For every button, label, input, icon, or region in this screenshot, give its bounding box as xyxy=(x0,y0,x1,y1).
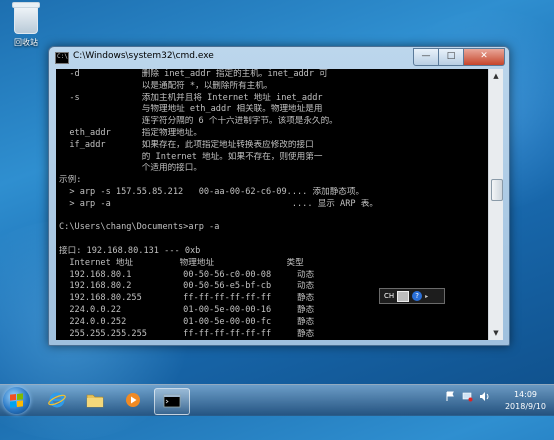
console-line: 255.255.255.255 ff-ff-ff-ff-ff-ff 静态 xyxy=(59,328,315,339)
flag-icon[interactable] xyxy=(445,391,456,402)
recycle-bin-icon xyxy=(12,2,40,34)
console-line: > arp -s 157.55.85.212 00-aa-00-62-c6-09… xyxy=(59,186,365,197)
window-title: C:\Windows\system32\cmd.exe xyxy=(73,51,214,61)
console-line: if_addr 如果存在，此项指定地址转换表应修改的接口 xyxy=(59,139,314,150)
ie-icon xyxy=(48,392,66,408)
scroll-up-arrow-icon[interactable]: ▲ xyxy=(489,69,503,83)
taskbar: 14:09 2018/9/10 xyxy=(0,384,554,416)
notification-area xyxy=(445,391,490,402)
close-button[interactable]: ✕ xyxy=(464,48,505,66)
console-line: 示例: xyxy=(59,175,82,186)
taskbar-app-cmd[interactable] xyxy=(154,388,190,415)
console-line: -d 删除 inet_addr 指定的主机。inet_addr 可 xyxy=(59,69,328,79)
console-line: -s 添加主机并且将 Internet 地址 inet_addr xyxy=(59,92,323,103)
system-clock[interactable]: 14:09 2018/9/10 xyxy=(505,389,546,413)
console-line: 的 Internet 地址。如果不存在，则使用第一 xyxy=(59,151,323,162)
vertical-scrollbar[interactable]: ▲ ▼ xyxy=(488,69,503,340)
cmd-icon xyxy=(163,394,181,408)
ime-language-label[interactable]: CH xyxy=(384,292,394,300)
console-line: eth_addr 指定物理地址。 xyxy=(59,127,202,138)
console-line: 192.168.80.1 00-50-56-c0-00-08 动态 xyxy=(59,269,315,280)
console-line: Internet 地址 物理地址 类型 xyxy=(59,257,304,268)
network-icon[interactable] xyxy=(462,391,473,402)
console-line: 224.0.0.252 01-00-5e-00-00-fc 静态 xyxy=(59,316,315,327)
start-button[interactable] xyxy=(3,387,30,414)
ime-keyboard-icon[interactable] xyxy=(397,290,410,302)
volume-icon[interactable] xyxy=(479,391,490,402)
scrollbar-thumb[interactable] xyxy=(491,179,503,201)
console-line: > arp -a .... 显示 ARP 表。 xyxy=(59,198,378,209)
ime-help-icon[interactable]: ? xyxy=(412,291,423,301)
console-line: 个适用的接口。 xyxy=(59,163,202,174)
media-player-icon xyxy=(126,393,140,407)
scroll-down-arrow-icon[interactable]: ▼ xyxy=(489,326,503,340)
folder-icon xyxy=(86,394,104,408)
window-controls: — □ ✕ xyxy=(413,48,505,66)
taskbar-app-file-explorer[interactable] xyxy=(78,388,112,413)
console-line: 与物理地址 eth_addr 相关联。物理地址是用 xyxy=(59,104,323,115)
console-line: 连字符分隔的 6 个十六进制字节。该项是永久的。 xyxy=(59,116,338,127)
console-line: 以是通配符 *，以删除所有主机。 xyxy=(59,80,273,91)
console-line: 接口: 192.168.80.131 --- 0xb xyxy=(59,245,201,256)
recycle-bin[interactable]: 回收站 xyxy=(6,2,46,48)
console-line: 224.0.0.22 01-00-5e-00-00-16 静态 xyxy=(59,304,315,315)
console-line: C:\Users\chang\Documents>arp -a xyxy=(59,222,220,233)
cmd-icon[interactable] xyxy=(55,52,69,64)
clock-time: 14:09 xyxy=(513,390,538,399)
language-bar[interactable]: CH ? ▸ xyxy=(379,288,445,304)
ime-options-arrow-icon[interactable]: ▸ xyxy=(425,293,428,300)
minimize-button[interactable]: — xyxy=(413,48,439,66)
taskbar-app-media-player[interactable] xyxy=(116,388,150,413)
maximize-button[interactable]: □ xyxy=(439,48,464,66)
window-titlebar[interactable]: C:\Windows\system32\cmd.exe — □ ✕ xyxy=(49,47,509,69)
recycle-bin-label: 回收站 xyxy=(14,38,38,47)
windows-logo-icon xyxy=(10,393,23,408)
taskbar-app-internet-explorer[interactable] xyxy=(40,388,74,413)
clock-date: 2018/9/10 xyxy=(504,402,546,411)
